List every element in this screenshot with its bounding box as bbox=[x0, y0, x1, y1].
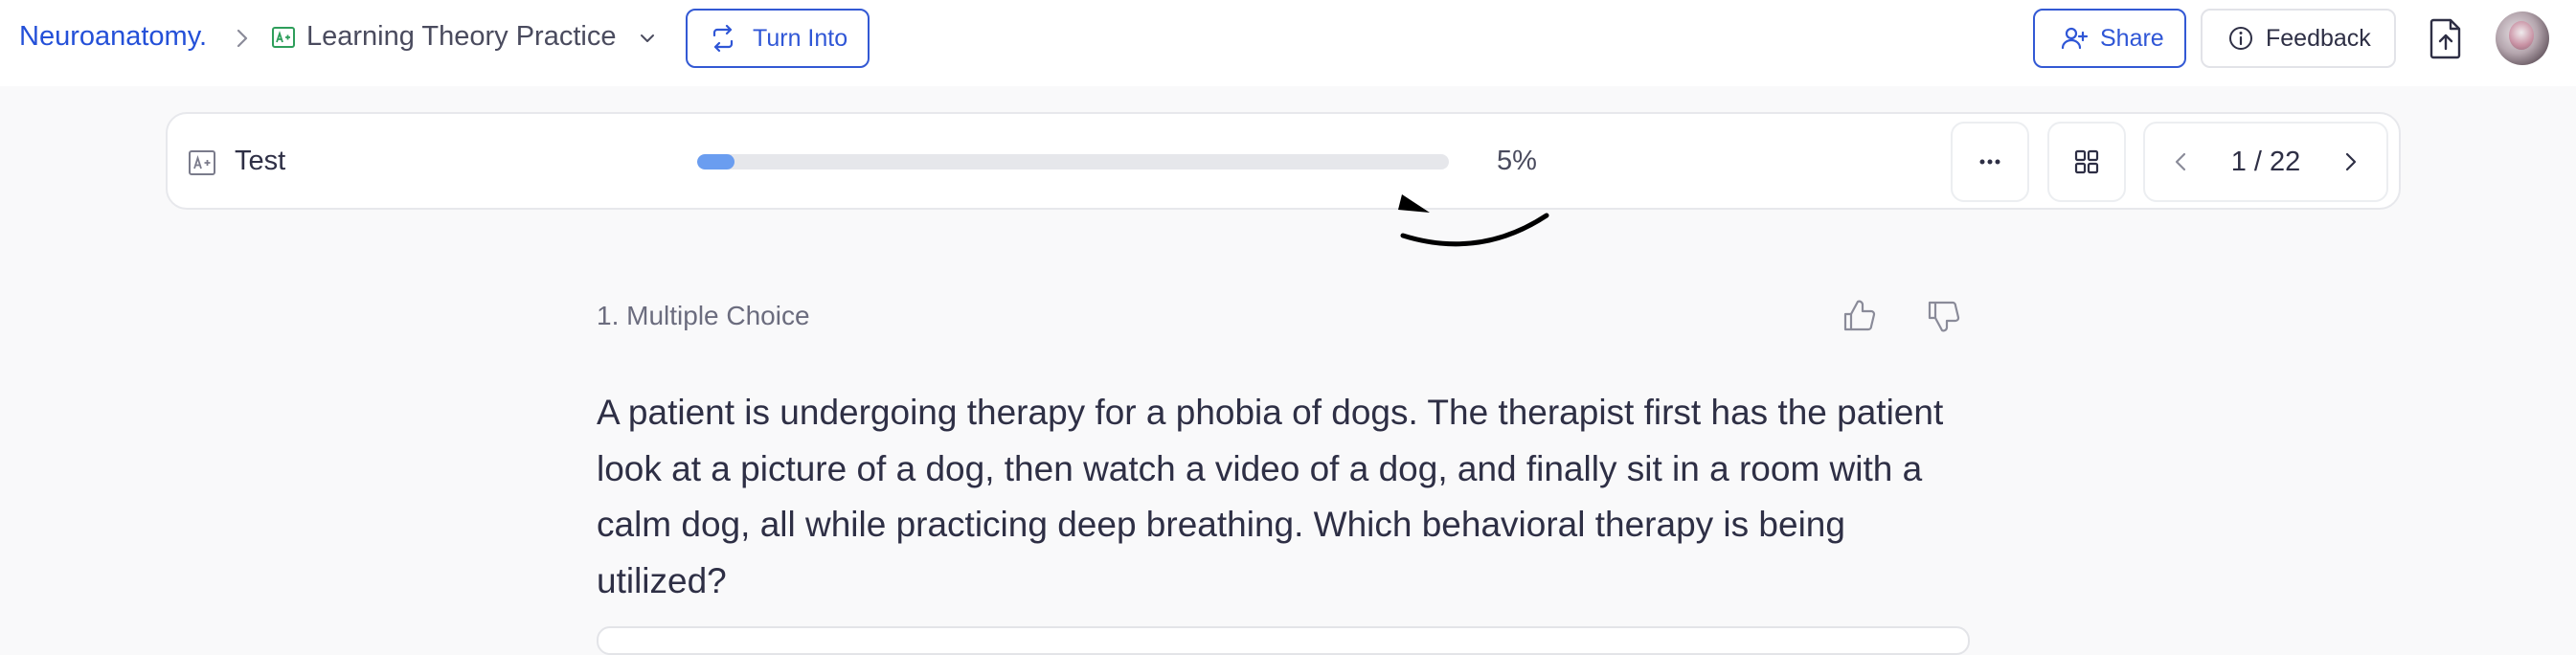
turn-into-label: Turn Into bbox=[753, 24, 848, 52]
thumbs-down-icon[interactable] bbox=[1925, 297, 1963, 335]
file-upload-icon[interactable] bbox=[2429, 17, 2463, 59]
test-title: Test bbox=[235, 146, 286, 176]
document-title[interactable]: Learning Theory Practice bbox=[306, 21, 616, 53]
progress-percent: 5% bbox=[1497, 146, 1537, 176]
chevron-left-icon bbox=[2175, 152, 2186, 171]
flashcard-doc-icon bbox=[272, 27, 295, 48]
question-type-label: 1. Multiple Choice bbox=[597, 301, 810, 330]
breadcrumb-root-link[interactable]: Neuroanatomy. bbox=[19, 21, 207, 53]
previous-button[interactable] bbox=[2164, 145, 2199, 179]
chevron-right-icon bbox=[237, 29, 248, 48]
info-icon bbox=[2229, 27, 2252, 50]
chevron-right-icon bbox=[2345, 152, 2357, 171]
more-horizontal-icon bbox=[1979, 159, 2000, 165]
turn-into-button[interactable]: Turn Into bbox=[686, 9, 870, 68]
feedback-button[interactable]: Feedback bbox=[2201, 9, 2396, 68]
test-toolbar: Test 5% 1 / 22 bbox=[166, 112, 2401, 247]
feedback-label: Feedback bbox=[2266, 24, 2371, 52]
thumbs-up-icon[interactable] bbox=[1841, 297, 1879, 335]
progress-bar bbox=[697, 154, 1449, 169]
page-indicator: 1 / 22 bbox=[2230, 146, 2301, 177]
share-label: Share bbox=[2100, 24, 2164, 52]
question-text: A patient is undergoing therapy for a ph… bbox=[597, 393, 1944, 600]
more-options-button[interactable] bbox=[1951, 122, 2029, 202]
avatar[interactable] bbox=[2496, 11, 2549, 65]
chevron-down-icon[interactable] bbox=[636, 27, 659, 50]
grid-view-button[interactable] bbox=[2047, 122, 2126, 202]
top-bar: Neuroanatomy. Learning Theory Practice T… bbox=[0, 0, 2576, 86]
answer-option[interactable] bbox=[597, 626, 1970, 655]
progress-fill bbox=[697, 154, 735, 169]
add-user-icon bbox=[2061, 27, 2089, 50]
flashcard-doc-icon bbox=[189, 150, 215, 175]
next-button[interactable] bbox=[2333, 145, 2367, 179]
pagination: 1 / 22 bbox=[2143, 122, 2388, 202]
convert-icon bbox=[712, 24, 734, 53]
grid-icon bbox=[2074, 149, 2099, 174]
share-button[interactable]: Share bbox=[2033, 9, 2186, 68]
annotation-arrow-icon bbox=[1398, 194, 1549, 247]
